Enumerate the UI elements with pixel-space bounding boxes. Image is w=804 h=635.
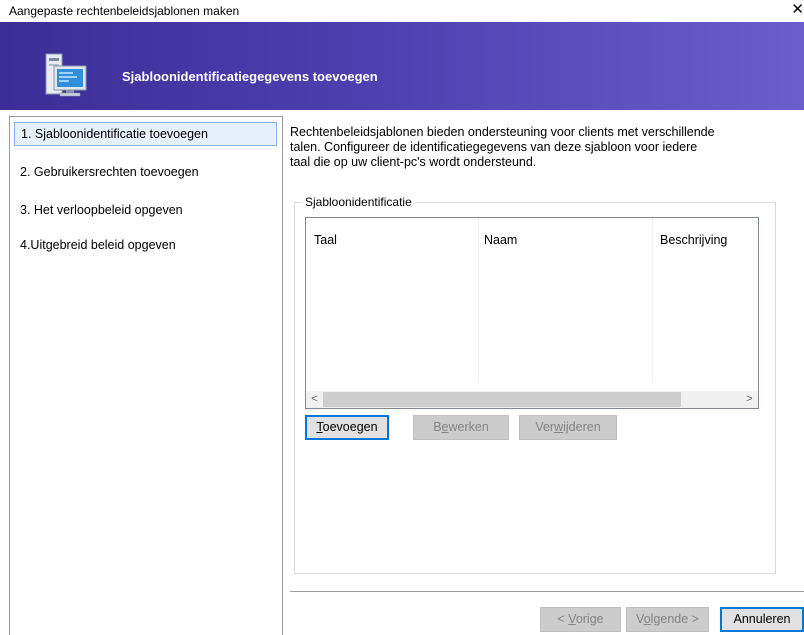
- cancel-button[interactable]: Annuleren: [720, 607, 804, 632]
- edit-button[interactable]: Bewerken: [413, 415, 509, 440]
- column-header-taal[interactable]: Taal: [314, 233, 337, 247]
- column-header-naam[interactable]: Naam: [484, 233, 517, 247]
- close-icon[interactable]: ✕: [790, 0, 804, 22]
- column-header-beschrijving[interactable]: Beschrijving: [660, 233, 727, 247]
- add-button[interactable]: Toevoegen: [305, 415, 389, 440]
- scroll-thumb[interactable]: [323, 392, 681, 407]
- column-divider: [478, 218, 479, 382]
- previous-button[interactable]: < Vorige: [540, 607, 621, 632]
- step-item-1[interactable]: 1. Sjabloonidentificatie toevoegen: [14, 122, 277, 146]
- description-line: taal die op uw client-pc's wordt onderst…: [290, 155, 537, 169]
- horizontal-scrollbar[interactable]: < >: [306, 391, 758, 408]
- window-title: Aangepaste rechtenbeleidsjablonen maken: [9, 4, 240, 18]
- remove-button[interactable]: Verwijderen: [519, 415, 617, 440]
- step-description: Rechtenbeleidsjablonen bieden ondersteun…: [290, 125, 780, 170]
- step-item-2[interactable]: 2. Gebruikersrechten toevoegen: [14, 161, 277, 185]
- template-identification-group: Sjabloonidentificatie Taal Naam Beschrij…: [294, 195, 776, 574]
- scroll-left-icon[interactable]: <: [306, 391, 323, 408]
- banner-title: Sjabloonidentificatiegegevens toevoegen: [122, 69, 378, 84]
- next-button[interactable]: Volgende >: [626, 607, 709, 632]
- group-label: Sjabloonidentificatie: [301, 195, 416, 209]
- wizard-content: Rechtenbeleidsjablonen bieden ondersteun…: [290, 116, 804, 635]
- step-item-4[interactable]: 4.Uitgebreid beleid opgeven: [14, 234, 277, 258]
- scroll-right-icon[interactable]: >: [741, 391, 758, 408]
- column-divider: [652, 218, 653, 382]
- steps-sidebar: 1. Sjabloonidentificatie toevoegen 2. Ge…: [9, 116, 283, 635]
- computer-icon: [45, 53, 87, 97]
- description-line: Rechtenbeleidsjablonen bieden ondersteun…: [290, 125, 715, 139]
- description-line: talen. Configureer de identificatiegegev…: [290, 140, 698, 154]
- footer-divider: [290, 591, 804, 592]
- wizard-banner: Sjabloonidentificatiegegevens toevoegen: [0, 22, 804, 110]
- title-bar: Aangepaste rechtenbeleidsjablonen maken …: [0, 0, 804, 22]
- identification-list[interactable]: Taal Naam Beschrijving < >: [305, 217, 759, 409]
- step-item-3[interactable]: 3. Het verloopbeleid opgeven: [14, 199, 277, 223]
